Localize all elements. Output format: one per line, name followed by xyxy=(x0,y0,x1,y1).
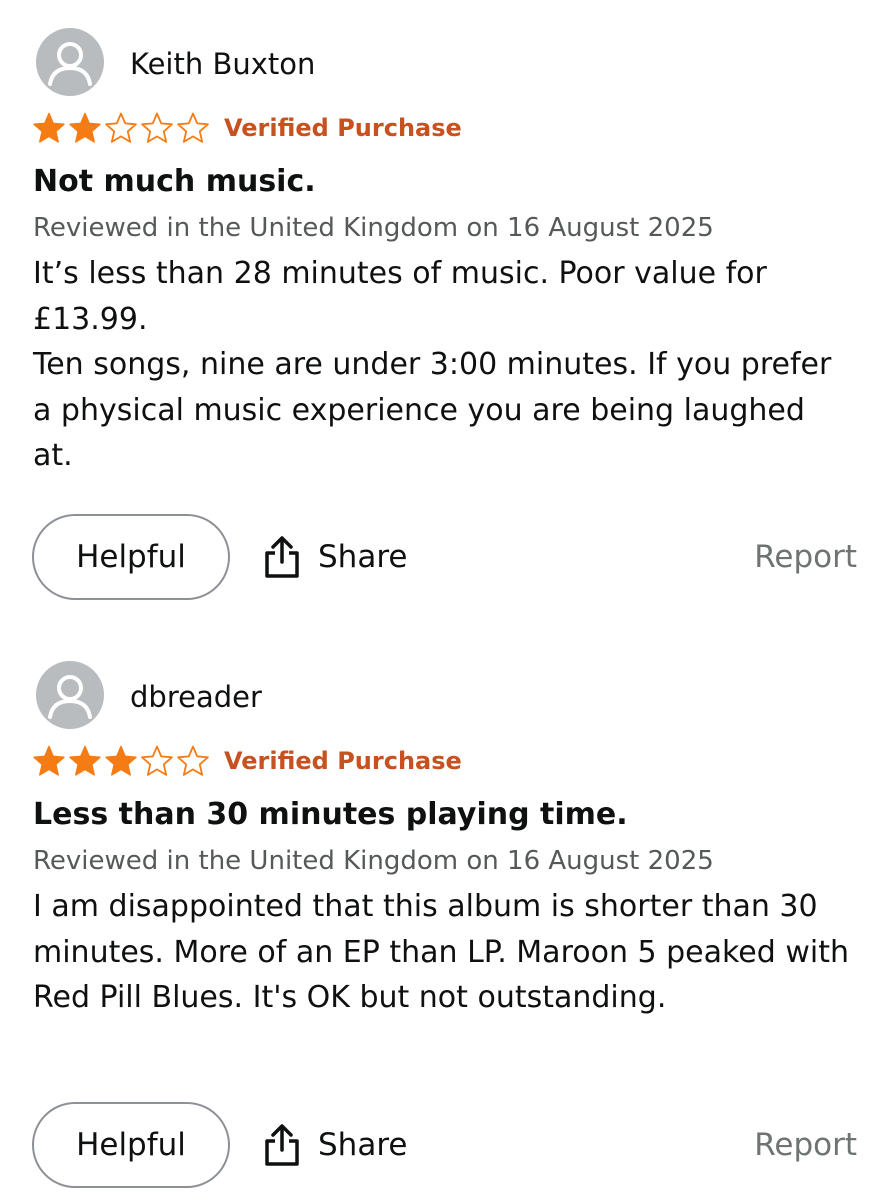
share-icon xyxy=(265,1124,299,1166)
star-rating: Verified Purchase xyxy=(32,743,462,779)
star-empty-icon xyxy=(141,112,173,143)
helpful-button[interactable]: Helpful xyxy=(32,514,230,600)
stars xyxy=(32,111,210,145)
star-filled-icon xyxy=(33,745,65,776)
share-button[interactable]: Share xyxy=(262,1102,407,1188)
reviewer-name[interactable]: dbreader xyxy=(130,677,262,717)
review-paragraph: I am disappointed that this album is sho… xyxy=(33,889,849,1015)
review-paragraph: Ten songs, nine are under 3:00 minutes. … xyxy=(33,347,832,473)
star-empty-icon xyxy=(177,112,209,143)
report-link[interactable]: Report xyxy=(754,1102,857,1188)
helpful-button[interactable]: Helpful xyxy=(32,1102,230,1188)
review-date: Reviewed in the United Kingdom on 16 Aug… xyxy=(33,213,714,243)
star-rating: Verified Purchase xyxy=(32,110,462,146)
star-filled-icon xyxy=(33,112,65,143)
review-actions: Helpful Share Report xyxy=(0,514,889,602)
verified-purchase-badge: Verified Purchase xyxy=(224,747,462,775)
star-empty-icon xyxy=(177,745,209,776)
star-filled-icon xyxy=(69,745,101,776)
star-empty-icon xyxy=(141,745,173,776)
share-label: Share xyxy=(318,539,408,575)
user-avatar-icon xyxy=(36,661,104,729)
star-filled-icon xyxy=(69,112,101,143)
review-title: Not much music. xyxy=(33,164,316,199)
star-filled-icon xyxy=(105,745,137,776)
stars xyxy=(32,744,210,778)
review-title: Less than 30 minutes playing time. xyxy=(33,797,628,832)
review-paragraph: It’s less than 28 minutes of music. Poor… xyxy=(33,256,767,337)
report-link[interactable]: Report xyxy=(754,514,857,600)
verified-purchase-badge: Verified Purchase xyxy=(224,114,462,142)
review-actions: Helpful Share Report xyxy=(0,1102,889,1190)
share-button[interactable]: Share xyxy=(262,514,407,600)
share-label: Share xyxy=(318,1127,408,1163)
review-body: It’s less than 28 minutes of music. Poor… xyxy=(33,251,853,479)
star-empty-icon xyxy=(105,112,137,143)
review-body: I am disappointed that this album is sho… xyxy=(33,884,853,1021)
user-avatar-icon xyxy=(36,28,104,96)
reviewer-name[interactable]: Keith Buxton xyxy=(130,44,315,84)
share-icon xyxy=(265,536,299,578)
review-date: Reviewed in the United Kingdom on 16 Aug… xyxy=(33,846,714,876)
